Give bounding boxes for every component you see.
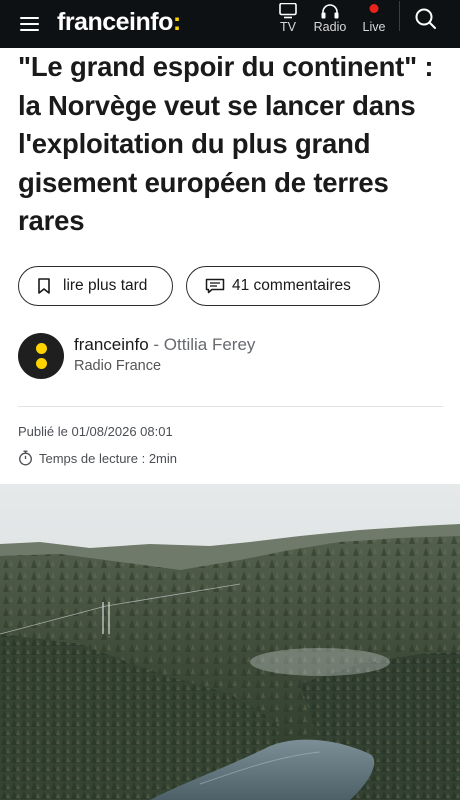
comments-button[interactable]: 41 commentaires (186, 266, 380, 306)
avatar-dot (36, 358, 47, 369)
franceinfo-logo[interactable]: franceinfo: (57, 5, 181, 39)
author-organization: Radio France (74, 358, 162, 374)
stopwatch-icon (19, 450, 32, 466)
comments-label: 41 commentaires (232, 277, 351, 294)
section-divider (18, 406, 443, 407)
menu-button[interactable] (14, 12, 46, 36)
search-button[interactable] (411, 4, 441, 34)
tv-icon (279, 3, 297, 19)
reading-time: Temps de lecture : 2min (18, 450, 177, 466)
bookmark-icon (38, 278, 50, 294)
author-avatar[interactable] (18, 333, 64, 379)
avatar-dot (36, 343, 47, 354)
nav-tv[interactable]: TV (264, 0, 312, 48)
reading-time-label: Temps de lecture : 2min (39, 450, 178, 466)
header-divider (399, 1, 400, 31)
nav-tv-label: TV (280, 20, 296, 34)
author-byline: franceinfo - Ottilia Ferey (74, 335, 255, 355)
nav-live[interactable]: Live (350, 0, 398, 48)
search-icon (415, 8, 436, 29)
author-name: Ottilia Ferey (163, 335, 256, 354)
nav-live-label: Live (362, 20, 386, 34)
hamburger-icon (20, 23, 39, 25)
nav-radio[interactable]: Radio (306, 0, 354, 48)
landscape-image (0, 484, 460, 800)
read-later-label: lire plus tard (63, 277, 148, 294)
published-date: Publié le 01/08/2026 08:01 (18, 424, 173, 439)
live-dot-icon (369, 4, 379, 13)
author-separator: - (148, 335, 164, 354)
article-photo (0, 484, 460, 800)
headphones-icon (321, 4, 339, 19)
top-bar: franceinfo: TV Radio Live (0, 0, 460, 48)
author-source-link[interactable]: franceinfo (74, 335, 149, 354)
comment-icon (205, 278, 225, 294)
article-headline: "Le grand espoir du continent" : la Norv… (18, 51, 434, 236)
hamburger-icon (20, 17, 39, 19)
read-later-button[interactable]: lire plus tard (18, 266, 173, 306)
hamburger-icon (20, 29, 39, 31)
nav-radio-label: Radio (313, 20, 347, 34)
